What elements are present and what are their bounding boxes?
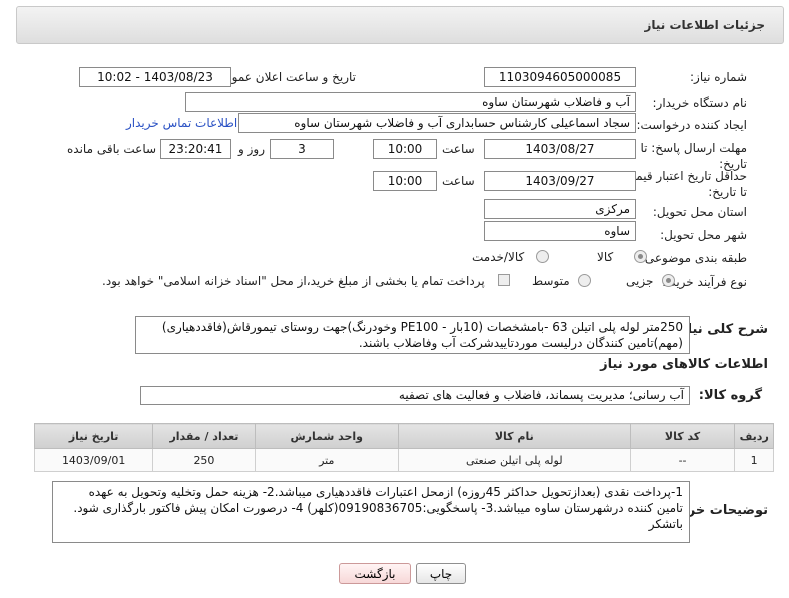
province-field: مرکزی <box>484 199 636 219</box>
cell-qty: 250 <box>152 448 256 472</box>
buyer-org-field: آب و فاضلاب شهرستان ساوه <box>185 92 636 112</box>
announce-date-field: 1403/08/23 - 10:02 <box>79 67 231 87</box>
process-minor-label: جزیی <box>626 274 654 288</box>
city-field: ساوه <box>484 221 636 241</box>
goods-group-label: گروه کالا: <box>698 388 762 403</box>
reply-time-field: 10:00 <box>373 139 437 159</box>
cell-unit: متر <box>254 448 399 472</box>
col-header-qty: تعداد / مقدار <box>152 423 256 449</box>
category-goods-label: کالا <box>597 250 614 264</box>
col-header-unit: واحد شمارش <box>254 423 399 449</box>
category-label: طبقه بندی موضوعی: <box>640 251 747 265</box>
need-details-page: جزئیات اطلاعات نیاز شماره نیاز: 11030946… <box>0 0 789 598</box>
validity-date-field: 1403/09/27 <box>484 171 636 191</box>
validity-time-label: ساعت <box>442 174 475 188</box>
process-minor-radio[interactable] <box>662 274 675 287</box>
col-header-code: کد کالا <box>629 423 736 449</box>
goods-table: ردیف کد کالا نام کالا واحد شمارش تعداد /… <box>33 423 774 472</box>
cell-code: -- <box>629 448 736 472</box>
days-label: روز و <box>238 142 265 156</box>
city-label: شهر محل تحویل: <box>660 228 747 242</box>
buyer-notes-textarea: 1-پرداخت نقدی (بعدازتحویل حداکثر 45روزه)… <box>52 481 690 543</box>
cell-date: 1403/09/01 <box>33 448 154 472</box>
back-button[interactable]: بازگشت <box>339 563 411 584</box>
process-medium-label: متوسط <box>532 274 570 288</box>
cell-row-num: 1 <box>734 448 774 472</box>
goods-group-field: آب رسانی؛ مدیریت پسماند، فاضلاب و فعالیت… <box>140 386 690 405</box>
remaining-label: ساعت باقی مانده <box>67 142 157 156</box>
table-row: 1 -- لوله پلی اتیلن صنعتی متر 250 1403/0… <box>33 448 774 472</box>
col-header-name: نام کالا <box>397 423 631 449</box>
validity-time-field: 10:00 <box>373 171 437 191</box>
remaining-time-field: 23:20:41 <box>160 139 231 159</box>
requester-field: سجاد اسماعیلی کارشناس حسابداری آب و فاضل… <box>238 113 636 133</box>
reply-date-field: 1403/08/27 <box>484 139 636 159</box>
province-label: استان محل تحویل: <box>652 205 747 219</box>
category-goods-radio[interactable] <box>634 250 647 263</box>
reply-time-label: ساعت <box>442 142 475 156</box>
cell-name: لوله پلی اتیلن صنعتی <box>397 448 631 472</box>
price-validity-label: حداقل تاریخ اعتبار قیمت: تا تاریخ: <box>620 169 747 199</box>
process-medium-radio[interactable] <box>578 274 591 287</box>
category-goods-service-radio[interactable] <box>536 250 549 263</box>
page-title: جزئیات اطلاعات نیاز <box>644 18 765 32</box>
category-goods-service-label: کالا/خدمت <box>472 250 525 264</box>
contact-info-link[interactable]: اطلاعات تماس خریدار <box>126 116 237 130</box>
goods-section-title: اطلاعات کالاهای مورد نیاز <box>600 357 768 372</box>
need-number-label: شماره نیاز: <box>690 70 747 84</box>
days-field: 3 <box>270 139 334 159</box>
payment-note: پرداخت تمام یا بخشی از مبلغ خرید،از محل … <box>102 274 485 288</box>
treasury-bonds-checkbox[interactable] <box>498 274 510 286</box>
process-label: نوع فرآیند خرید : <box>662 275 747 289</box>
header-bar: جزئیات اطلاعات نیاز <box>16 6 784 44</box>
requester-label: ایجاد کننده درخواست: <box>636 118 747 132</box>
print-button[interactable]: چاپ <box>416 563 466 584</box>
description-textarea: 250متر لوله پلی اتیلن 63 -بامشخصات (10با… <box>135 316 690 354</box>
announce-label: تاریخ و ساعت اعلان عمومی: <box>211 70 356 84</box>
need-number-field: 1103094605000085 <box>484 67 636 87</box>
buyer-org-label: نام دستگاه خریدار: <box>652 96 748 110</box>
col-header-date: تاریخ نیاز <box>33 423 154 449</box>
col-header-row-num: ردیف <box>734 423 774 449</box>
